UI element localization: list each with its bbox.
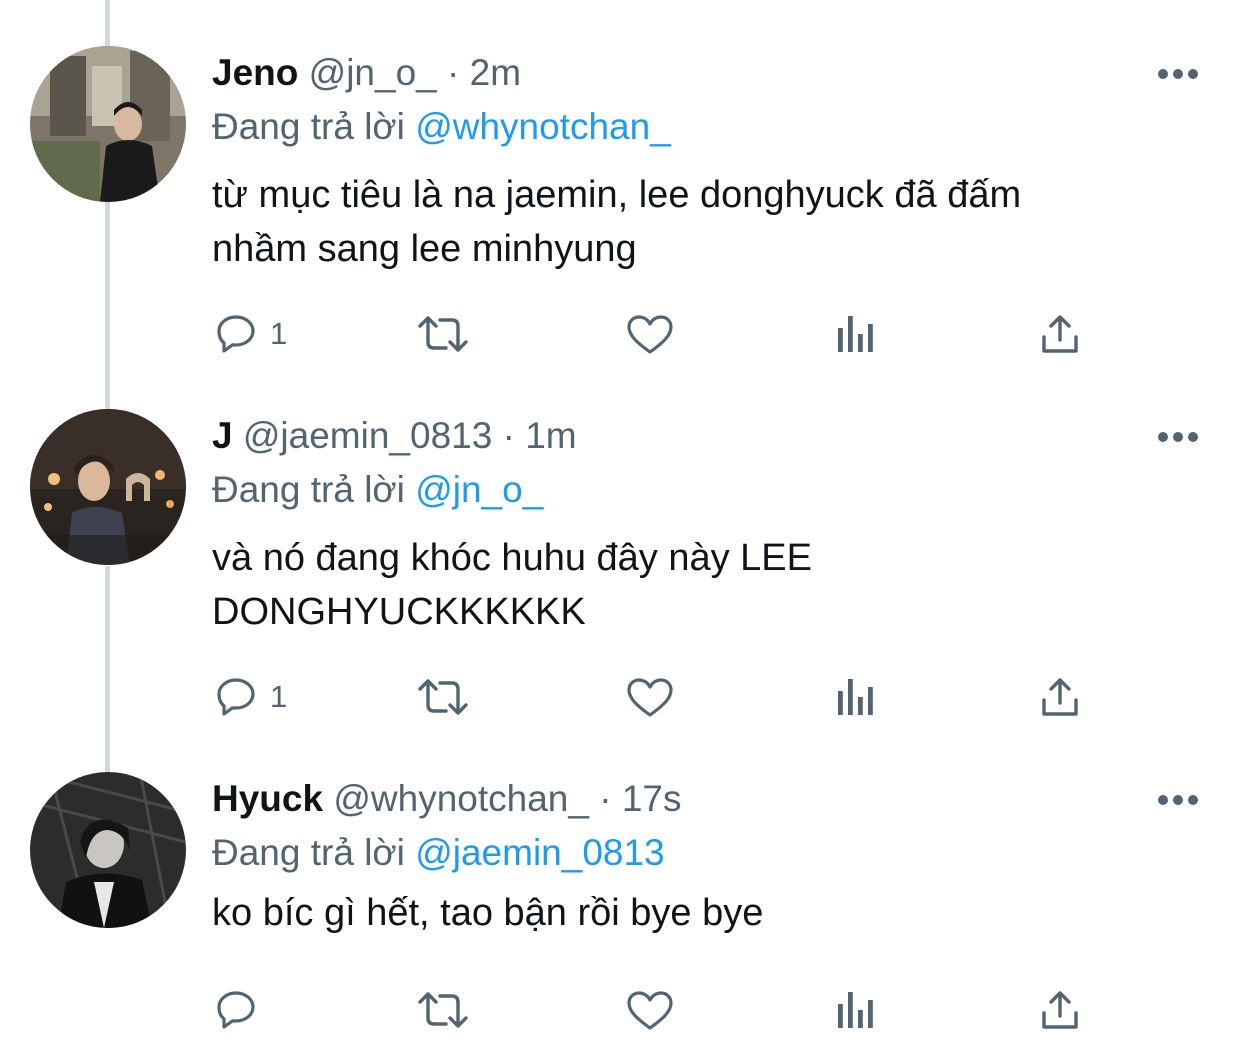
replying-to: Đang trả lời @whynotchan_	[212, 102, 671, 152]
more-dots-icon[interactable]	[1158, 790, 1198, 810]
user-handle[interactable]: @whynotchan_	[333, 778, 589, 819]
tweet-header: J @jaemin_0813 · 1m	[212, 411, 577, 461]
user-handle[interactable]: @jn_o_	[309, 52, 437, 93]
bar-chart-icon	[838, 679, 873, 715]
speech-bubble-icon	[217, 678, 255, 716]
more-dots-icon[interactable]	[1158, 427, 1198, 447]
retweet-button[interactable]	[414, 982, 472, 1038]
tweet-header: Hyuck @whynotchan_ · 17s	[212, 774, 682, 824]
bar-chart-icon	[838, 316, 873, 352]
speech-bubble-icon	[217, 315, 255, 353]
separator-dot: ·	[502, 415, 515, 456]
tweet-actions	[0, 982, 1242, 1038]
tweet-jeno[interactable]: Jeno @jn_o_ · 2m Đang trả lời @whynotcha…	[0, 0, 1242, 363]
bar-chart-icon	[838, 992, 873, 1028]
separator-dot: ·	[447, 52, 460, 93]
like-button[interactable]	[624, 669, 676, 725]
heart-icon	[627, 991, 673, 1030]
share-upload-icon	[1042, 991, 1078, 1029]
reply-mention-link[interactable]: @jn_o_	[415, 469, 543, 510]
retweet-button[interactable]	[414, 306, 472, 362]
more-dots-icon[interactable]	[1158, 64, 1198, 84]
display-name[interactable]: J	[212, 415, 233, 456]
avatar[interactable]	[30, 772, 186, 928]
display-name[interactable]: Hyuck	[212, 778, 323, 819]
reply-count: 1	[270, 316, 288, 351]
tweet-text-line: ko bíc gì hết, tao bận rồi bye bye	[212, 892, 764, 934]
like-button[interactable]	[624, 982, 676, 1038]
replying-to: Đang trả lời @jn_o_	[212, 465, 543, 515]
avatar[interactable]	[30, 409, 186, 565]
tweet-text-line: và nó đang khóc huhu đây này LEE	[212, 537, 813, 579]
avatar-photo	[30, 409, 186, 565]
retweet-button[interactable]	[414, 669, 472, 725]
avatar-photo	[30, 772, 186, 928]
reply-mention-link[interactable]: @jaemin_0813	[415, 832, 664, 873]
user-handle[interactable]: @jaemin_0813	[243, 415, 492, 456]
reply-mention-link[interactable]: @whynotchan_	[415, 106, 671, 147]
retweet-arrows-icon	[418, 316, 468, 352]
replying-to-label: Đang trả lời	[212, 106, 405, 147]
separator-dot: ·	[599, 778, 612, 819]
tweet-j[interactable]: J @jaemin_0813 · 1m Đang trả lời @jn_o_ …	[0, 363, 1242, 726]
display-name[interactable]: Jeno	[212, 52, 298, 93]
retweet-arrows-icon	[418, 992, 468, 1028]
heart-icon	[627, 315, 673, 354]
tweet-hyuck[interactable]: Hyuck @whynotchan_ · 17s Đang trả lời @j…	[0, 726, 1242, 1056]
share-button[interactable]	[1036, 982, 1084, 1038]
retweet-arrows-icon	[418, 679, 468, 715]
timestamp[interactable]: 2m	[470, 52, 521, 93]
tweet-text-line: nhầm sang lee minhyung	[212, 228, 637, 270]
share-upload-icon	[1042, 315, 1078, 353]
share-upload-icon	[1042, 678, 1078, 716]
reply-button[interactable]: 1	[212, 669, 287, 725]
views-button[interactable]	[832, 982, 880, 1038]
views-button[interactable]	[832, 306, 880, 362]
tweet-header: Jeno @jn_o_ · 2m	[212, 48, 521, 98]
reply-button[interactable]: 1	[212, 306, 287, 362]
replying-to-label: Đang trả lời	[212, 469, 405, 510]
tweet-text: và nó đang khóc huhu đây này LEE DONGHYU…	[212, 531, 1202, 639]
tweet-text: từ mục tiêu là na jaemin, lee donghyuck …	[212, 168, 1202, 276]
tweet-text-line: DONGHYUCKKKKKK	[212, 591, 586, 633]
timestamp[interactable]: 1m	[525, 415, 576, 456]
tweet-actions: 1	[0, 306, 1242, 362]
timestamp[interactable]: 17s	[622, 778, 682, 819]
speech-bubble-icon	[217, 991, 255, 1029]
replying-to: Đang trả lời @jaemin_0813	[212, 828, 665, 878]
like-button[interactable]	[624, 306, 676, 362]
heart-icon	[627, 678, 673, 717]
avatar-photo	[30, 46, 186, 202]
tweet-text-line: từ mục tiêu là na jaemin, lee donghyuck …	[212, 174, 1022, 216]
views-button[interactable]	[832, 669, 880, 725]
share-button[interactable]	[1036, 669, 1084, 725]
reply-count: 1	[270, 679, 288, 714]
tweet-text: ko bíc gì hết, tao bận rồi bye bye	[212, 886, 1202, 940]
avatar[interactable]	[30, 46, 186, 202]
replying-to-label: Đang trả lời	[212, 832, 405, 873]
reply-button[interactable]	[212, 982, 260, 1038]
reply-thread: Jeno @jn_o_ · 2m Đang trả lời @whynotcha…	[0, 0, 1242, 1056]
share-button[interactable]	[1036, 306, 1084, 362]
tweet-actions: 1	[0, 669, 1242, 725]
